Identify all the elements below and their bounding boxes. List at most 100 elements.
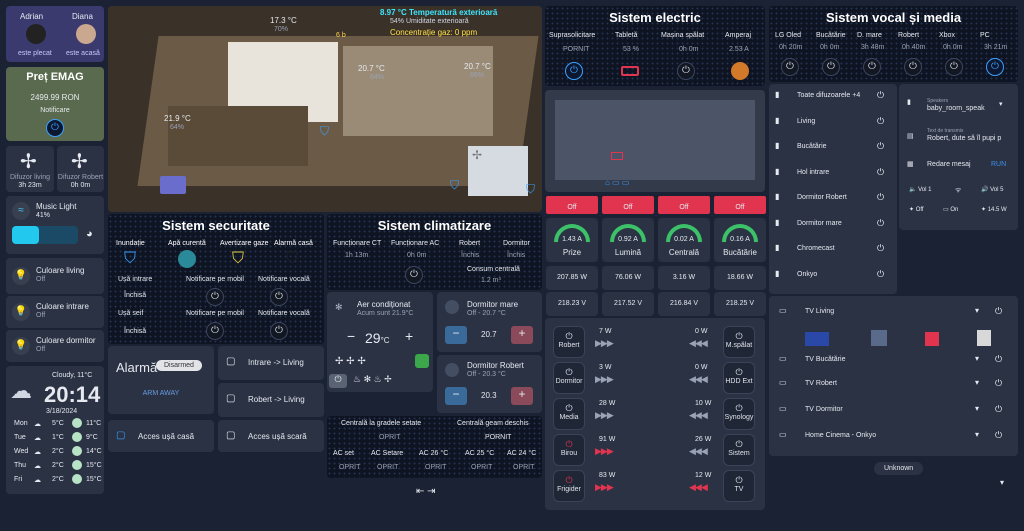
power-button[interactable]: ⏻ bbox=[822, 58, 840, 76]
ac-preset[interactable]: AC 26 °C bbox=[419, 450, 448, 457]
tv-row[interactable]: ▭ TV Bucătărie ▾ ⏻ bbox=[769, 352, 1018, 372]
power-button[interactable]: ⏻ bbox=[677, 62, 695, 80]
off-button[interactable]: Off bbox=[714, 196, 766, 214]
speaker-select[interactable]: baby_room_speak bbox=[927, 105, 985, 112]
ac-preset[interactable]: AC set bbox=[333, 450, 354, 457]
scene-intrare[interactable]: ▢ Intrare -> Living bbox=[218, 346, 324, 380]
app-icon[interactable] bbox=[925, 332, 939, 346]
power-button[interactable]: ⏻ bbox=[270, 322, 288, 340]
tv-row[interactable]: ▭ Home Cinema - Onkyo ▾ ⏻ bbox=[769, 428, 1018, 448]
scene-usa-scara[interactable]: ▢ Acces ușă scară bbox=[218, 420, 324, 452]
plug-button[interactable]: ⏻ Sistem bbox=[723, 434, 755, 466]
power-button[interactable]: ⏻ bbox=[206, 288, 224, 306]
power-button[interactable]: ⏻ bbox=[565, 62, 583, 80]
off-button[interactable]: Off bbox=[602, 196, 654, 214]
fan-icon[interactable]: ✢ bbox=[472, 148, 482, 162]
vol1-button[interactable]: 🔈 Vol 1 bbox=[909, 186, 932, 193]
fan-robert[interactable]: ✢ Difuzor Robert 0h 0m bbox=[57, 146, 104, 192]
power-button[interactable]: ⏻ bbox=[329, 374, 347, 388]
tv-row[interactable]: ▭ TV Robert ▾ ⏻ bbox=[769, 376, 1018, 396]
avatar[interactable] bbox=[76, 24, 96, 44]
run-button[interactable]: RUN bbox=[991, 161, 1006, 168]
gauge[interactable]: 0.02 A Centrală bbox=[658, 218, 710, 262]
power-button[interactable]: ⏻ bbox=[904, 58, 922, 76]
off-button[interactable]: Off bbox=[546, 196, 598, 214]
speaker-row[interactable]: ▮ Toate difuzoarele +4 ⏻ bbox=[769, 88, 897, 108]
power-button[interactable]: ⏻ bbox=[986, 58, 1004, 76]
fan-living[interactable]: ✢ Difuzor living 3h 23m bbox=[6, 146, 54, 192]
shield-icon[interactable]: ⛉ bbox=[124, 250, 136, 268]
mode-icon[interactable]: ♨ ✻ ♨ ✢ bbox=[353, 374, 392, 385]
gauge[interactable]: 1.43 A Prize bbox=[546, 218, 598, 262]
minus-button[interactable]: − bbox=[445, 387, 467, 405]
tv-icon[interactable] bbox=[611, 152, 623, 160]
power-button[interactable]: ⏻ bbox=[270, 288, 288, 306]
plus-button[interactable]: + bbox=[511, 326, 533, 344]
chevron-down-icon[interactable]: ▾ bbox=[999, 100, 1003, 108]
plug-button[interactable]: ⏻ Robert bbox=[553, 326, 585, 358]
on-button[interactable]: ▭ On bbox=[943, 206, 958, 213]
color-intrare[interactable]: 💡 Culoare intrare Off bbox=[6, 296, 104, 328]
scene-usa-casa[interactable]: ▢ Acces ușă casă bbox=[108, 420, 214, 452]
ac-preset[interactable]: AC 24 °C bbox=[507, 450, 536, 457]
plus-button[interactable]: + bbox=[511, 387, 533, 405]
chevron-down-icon[interactable]: ▾ bbox=[1000, 478, 1004, 487]
off-button[interactable]: Off bbox=[658, 196, 710, 214]
ac-plus-button[interactable]: + bbox=[405, 328, 413, 344]
power-button[interactable]: ⏻ bbox=[863, 58, 881, 76]
arm-away-button[interactable]: ARM AWAY bbox=[108, 390, 214, 397]
tv-row[interactable]: ▭ TV Dormitor ▾ ⏻ bbox=[769, 402, 1018, 422]
plug-button[interactable]: ⏻ Media bbox=[553, 398, 585, 430]
clim-val: 0h 0m bbox=[407, 252, 427, 259]
plug-button[interactable]: ⏻ M.spălat bbox=[723, 326, 755, 358]
plug-button[interactable]: ⏻ TV bbox=[723, 470, 755, 502]
shield-icon[interactable]: ⛉ bbox=[232, 250, 244, 268]
app-icon[interactable] bbox=[805, 332, 829, 346]
power-button[interactable]: ⏻ bbox=[405, 266, 423, 284]
emag-power-button[interactable]: ⏻ bbox=[46, 119, 64, 137]
off-button[interactable]: ✦ Off bbox=[909, 206, 924, 213]
tv-row[interactable]: ▭ TV Living ▾ ⏻ bbox=[769, 304, 1018, 324]
ac-preset[interactable]: AC 25 °C bbox=[465, 450, 494, 457]
power-button[interactable]: ⏻ bbox=[945, 58, 963, 76]
device-icons[interactable]: ⌂ ▭ ▭ bbox=[605, 178, 629, 187]
ac-minus-button[interactable]: − bbox=[347, 328, 355, 344]
power-button[interactable]: ⏻ bbox=[206, 322, 224, 340]
plug-button[interactable]: ⏻ Dormitor bbox=[553, 362, 585, 394]
speaker-row[interactable]: ▮ Hol intrare ⏻ bbox=[769, 165, 897, 185]
speaker-row[interactable]: ▮ Living ⏻ bbox=[769, 114, 897, 134]
fan-icon[interactable]: ✢ ✢ ✢ bbox=[335, 356, 366, 367]
palette-icon[interactable]: ◕ bbox=[86, 228, 93, 240]
shield-icon[interactable]: ⛉ bbox=[320, 124, 329, 139]
app-icon[interactable] bbox=[977, 330, 991, 346]
speaker-row[interactable]: ▮ Chromecast ⏻ bbox=[769, 241, 897, 261]
power-button[interactable]: ⏻ bbox=[781, 58, 799, 76]
speaker-row[interactable]: ▮ Dormitor Robert ⏻ bbox=[769, 190, 897, 210]
plug-button[interactable]: ⏻ HDD Ext bbox=[723, 362, 755, 394]
speaker-row[interactable]: ▮ Onkyo ⏻ bbox=[769, 267, 897, 287]
speaker-row[interactable]: ▮ Bucătărie ⏻ bbox=[769, 139, 897, 159]
app-icon[interactable] bbox=[871, 330, 887, 346]
shield-icon[interactable]: ⛉ bbox=[286, 250, 298, 268]
color-dormitor[interactable]: 💡 Culoare dormitor Off bbox=[6, 330, 104, 362]
speaker-row[interactable]: ▮ Dormitor mare ⏻ bbox=[769, 216, 897, 236]
music-light-slider[interactable] bbox=[12, 226, 78, 244]
gauge[interactable]: 0.16 A Bucătărie bbox=[714, 218, 766, 262]
collapse-icon[interactable]: ⇤ ⇥ bbox=[416, 486, 436, 497]
color-living[interactable]: 💡 Culoare living Off bbox=[6, 258, 104, 294]
water-icon[interactable] bbox=[178, 250, 196, 268]
scene-robert[interactable]: ▢ Robert -> Living bbox=[218, 383, 324, 417]
minus-button[interactable]: − bbox=[445, 326, 467, 344]
plug-button[interactable]: ⏻ Frigider bbox=[553, 470, 585, 502]
plug-button[interactable]: ⏻ Birou bbox=[553, 434, 585, 466]
text-input[interactable]: Robert, dute să îl pupi p bbox=[927, 135, 1001, 142]
shield-icon[interactable]: ⛉ bbox=[450, 178, 459, 193]
refresh-button[interactable] bbox=[415, 354, 429, 368]
vol5-button[interactable]: 🔊 Vol 5 bbox=[981, 186, 1004, 193]
avatar[interactable] bbox=[26, 24, 46, 44]
camera-icon[interactable] bbox=[160, 176, 186, 194]
plug-button[interactable]: ⏻ Synology bbox=[723, 398, 755, 430]
gauge[interactable]: 0.92 A Lumină bbox=[602, 218, 654, 262]
ac-preset[interactable]: AC Setare bbox=[371, 450, 403, 457]
shield-icon[interactable]: ⛉ bbox=[526, 182, 535, 197]
